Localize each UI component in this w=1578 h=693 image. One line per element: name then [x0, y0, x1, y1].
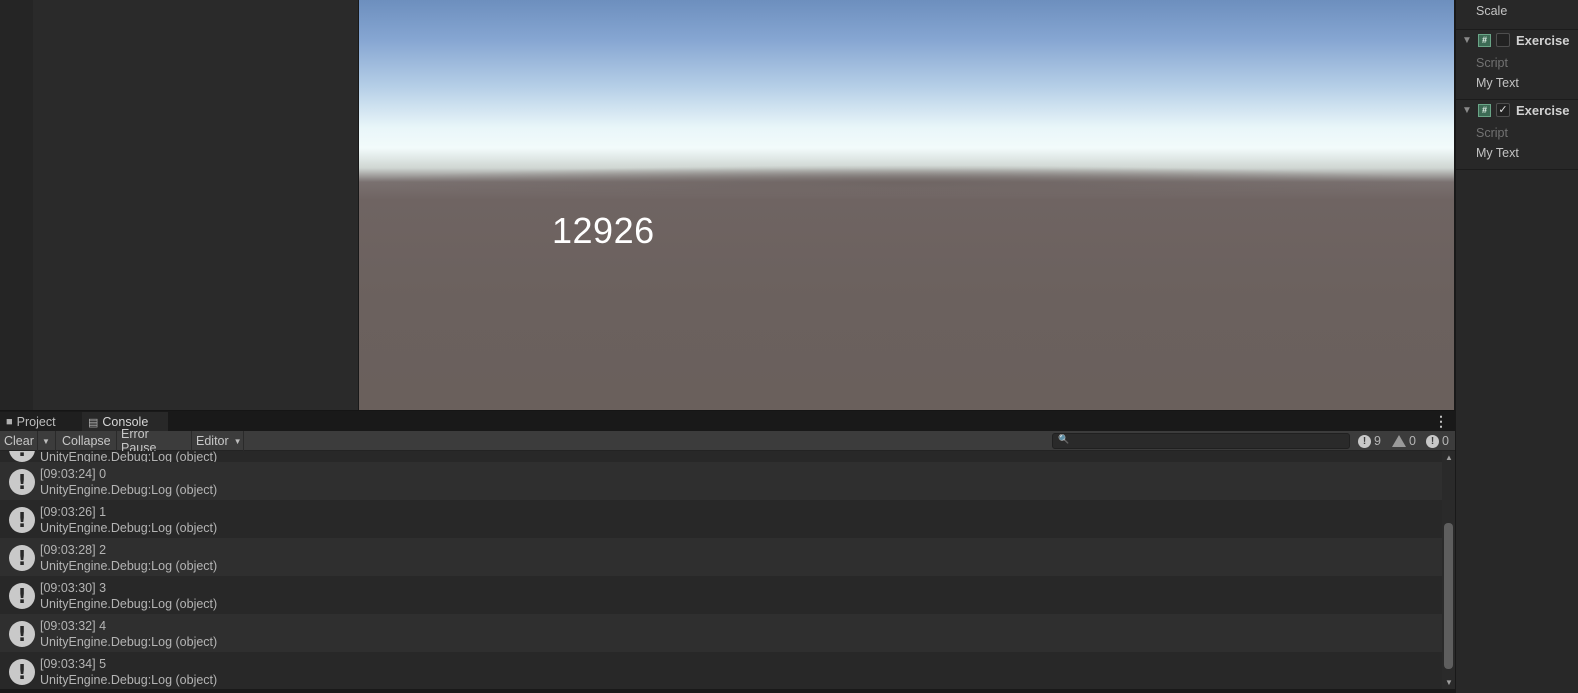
hierarchy-gutter — [0, 0, 33, 410]
console-toolbar: Clear ▼ Collapse Error Pause Editor ▼ 🔍 … — [0, 427, 1455, 455]
log-message: [09:03:24] 0 — [40, 467, 107, 481]
info-log-icon: ! — [9, 583, 35, 609]
log-message: [09:03:34] 5 — [40, 657, 107, 671]
scroll-down-arrow-icon[interactable]: ▼ — [1445, 678, 1453, 687]
component-header-exercise-2[interactable]: ▼ # ✓ Exercise — [1456, 99, 1578, 121]
log-count: 9 — [1374, 434, 1381, 448]
my-text-field-label[interactable]: My Text — [1476, 146, 1519, 160]
log-stack: UnityEngine.Debug:Log (object) — [40, 559, 218, 573]
fold-triangle-icon[interactable]: ▼ — [1462, 105, 1474, 116]
error-count: 0 — [1442, 434, 1449, 448]
info-log-icon: ! — [9, 545, 35, 571]
chevron-down-icon: ▼ — [233, 436, 242, 446]
log-stack: UnityEngine.Debug:Log (object) — [40, 483, 218, 497]
log-entry[interactable]: ! [09:03:24] 0 UnityEngine.Debug:Log (ob… — [0, 462, 1442, 500]
log-stack: UnityEngine.Debug:Log (object) — [40, 521, 218, 535]
component-name: Exercise — [1516, 102, 1570, 118]
log-stack: UnityEngine.Debug:Log (object) — [40, 597, 218, 611]
tab-project-label: Project — [16, 415, 56, 429]
console-log-list[interactable]: ! UnityEngine.Debug:Log (object) ! [09:0… — [0, 451, 1442, 689]
collapse-button-label: Collapse — [62, 434, 111, 448]
log-stack: UnityEngine.Debug:Log (object) — [40, 673, 218, 687]
warning-count: 0 — [1409, 434, 1416, 448]
info-log-icon: ! — [9, 451, 35, 462]
info-log-icon: ! — [9, 469, 35, 495]
component-divider — [1456, 169, 1578, 170]
component-header-exercise-1[interactable]: ▼ # Exercise — [1456, 29, 1578, 51]
game-counter-text: 12926 — [552, 210, 655, 251]
collapse-button[interactable]: Collapse — [58, 431, 117, 451]
error-icon: ! — [1426, 434, 1439, 448]
warning-icon — [1392, 435, 1406, 447]
log-message: [09:03:28] 2 — [40, 543, 107, 557]
log-entry[interactable]: ! [09:03:26] 1 UnityEngine.Debug:Log (ob… — [0, 500, 1442, 538]
info-icon: ! — [1358, 434, 1371, 448]
log-count-toggle[interactable]: ! 9 — [1358, 431, 1381, 451]
log-entry[interactable]: ! [09:03:28] 2 UnityEngine.Debug:Log (ob… — [0, 538, 1442, 576]
search-icon: 🔍 — [1058, 434, 1070, 444]
bottom-tab-bar: ■ Project ▤ Console ⋮ — [0, 410, 1455, 432]
more-options-icon[interactable]: ⋮ — [1434, 413, 1448, 430]
tab-project[interactable]: ■ Project — [0, 412, 82, 432]
scrollbar-thumb[interactable] — [1444, 523, 1453, 669]
component-name: Exercise — [1516, 32, 1570, 48]
scale-label: Scale — [1476, 4, 1508, 18]
log-entry[interactable]: ! [09:03:32] 4 UnityEngine.Debug:Log (ob… — [0, 614, 1442, 652]
error-count-toggle[interactable]: ! 0 — [1426, 431, 1449, 451]
component-enabled-checkbox[interactable] — [1496, 33, 1510, 47]
inspector-panel: Scale ▼ # Exercise Script My Text ▼ # ✓ … — [1455, 0, 1578, 693]
script-field-label: Script — [1476, 126, 1508, 140]
clear-button[interactable]: Clear — [0, 431, 38, 451]
log-entry[interactable]: ! [09:03:34] 5 UnityEngine.Debug:Log (ob… — [0, 652, 1442, 689]
console-scrollbar[interactable]: ▲ ▼ — [1442, 451, 1455, 689]
clear-button-label: Clear — [4, 434, 34, 448]
script-icon: # — [1478, 33, 1491, 47]
chevron-down-icon: ▼ — [42, 436, 50, 446]
game-view[interactable]: 12926 — [358, 0, 1455, 410]
editor-dropdown[interactable]: Editor ▼ — [192, 431, 244, 451]
horizon-haze — [359, 165, 1454, 195]
clear-options-dropdown[interactable]: ▼ — [38, 431, 56, 451]
log-message: [09:03:32] 4 — [40, 619, 107, 633]
info-log-icon: ! — [9, 507, 35, 533]
console-search-input[interactable]: 🔍 — [1052, 433, 1350, 449]
window-bottom-edge — [0, 689, 1455, 693]
editor-dropdown-label: Editor — [196, 434, 229, 448]
folder-icon: ■ — [6, 416, 13, 428]
console-icon: ▤ — [88, 416, 99, 429]
log-entry[interactable]: ! [09:03:30] 3 UnityEngine.Debug:Log (ob… — [0, 576, 1442, 614]
info-log-icon: ! — [9, 659, 35, 685]
script-icon: # — [1478, 103, 1491, 117]
hierarchy-panel[interactable] — [33, 0, 358, 410]
error-pause-button[interactable]: Error Pause — [117, 427, 192, 455]
warning-count-toggle[interactable]: 0 — [1392, 431, 1416, 451]
unity-editor: 12926 Scale ▼ # Exercise Script My Text … — [0, 0, 1578, 693]
log-message: [09:03:30] 3 — [40, 581, 107, 595]
log-stack: UnityEngine.Debug:Log (object) — [40, 635, 218, 649]
my-text-field-label[interactable]: My Text — [1476, 76, 1519, 90]
script-field-label: Script — [1476, 56, 1508, 70]
component-enabled-checkbox[interactable]: ✓ — [1496, 103, 1510, 117]
log-message: [09:03:26] 1 — [40, 505, 107, 519]
info-log-icon: ! — [9, 621, 35, 647]
scroll-up-arrow-icon[interactable]: ▲ — [1445, 453, 1453, 462]
fold-triangle-icon[interactable]: ▼ — [1462, 35, 1474, 46]
